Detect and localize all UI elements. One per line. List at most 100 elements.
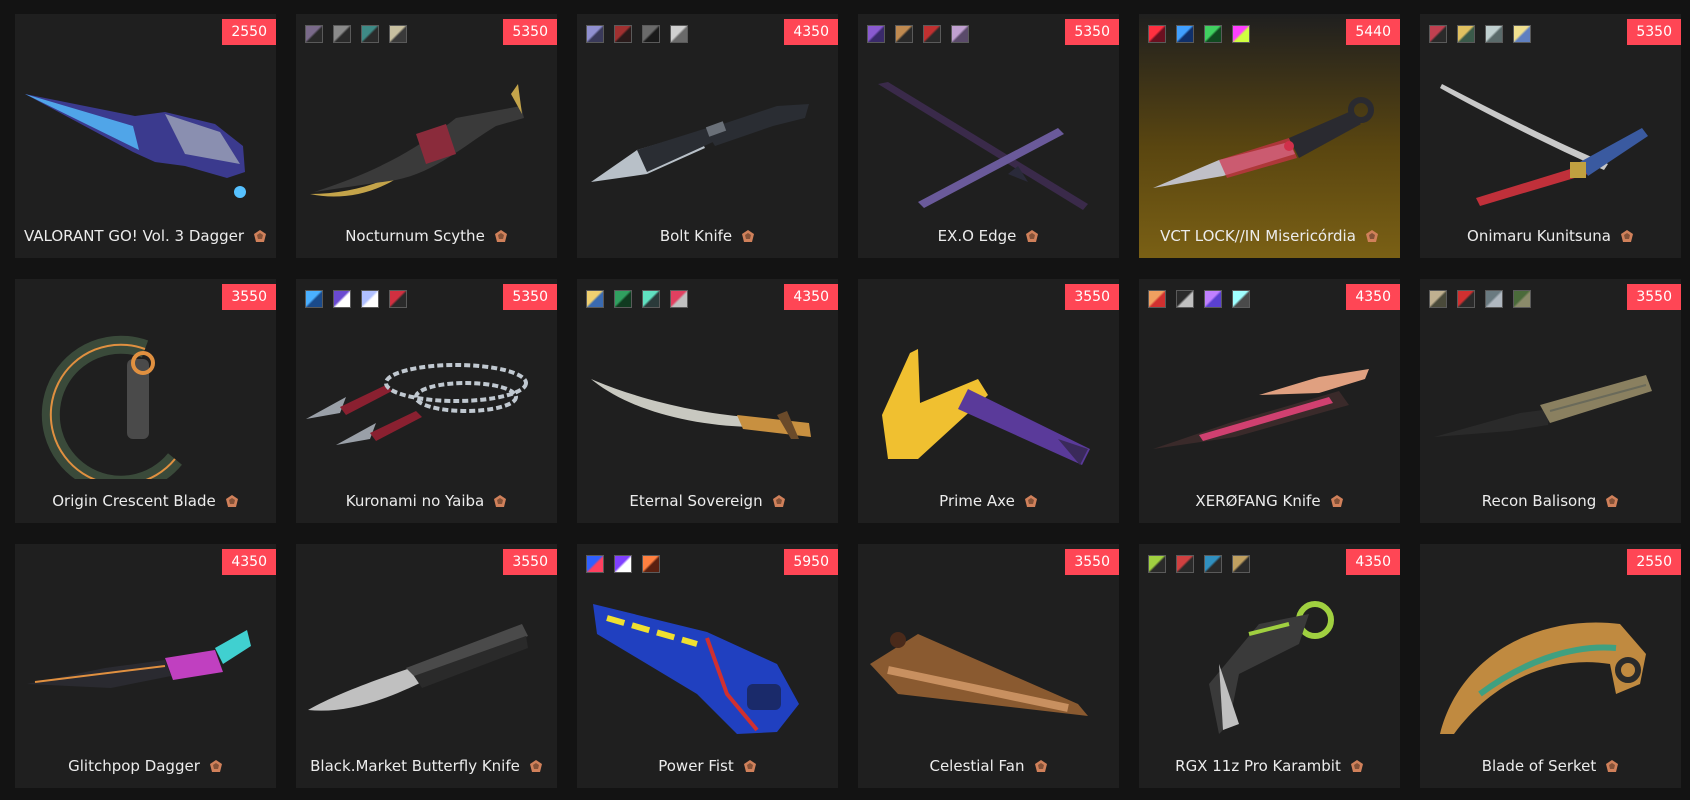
variant-swatch[interactable] — [1513, 25, 1531, 43]
weapon-image — [878, 82, 1088, 210]
variant-swatch[interactable] — [1232, 290, 1250, 308]
variant-swatch[interactable] — [305, 290, 323, 308]
variant-swatch[interactable] — [670, 290, 688, 308]
variant-swatch[interactable] — [361, 290, 379, 308]
skin-name-row: Black.Market Butterfly Knife — [296, 757, 557, 775]
skin-card[interactable]: 5350 Onimaru Kunitsuna — [1420, 14, 1681, 258]
variant-swatch[interactable] — [1176, 25, 1194, 43]
variant-swatch[interactable] — [614, 290, 632, 308]
variant-swatch[interactable] — [1176, 555, 1194, 573]
variant-swatch[interactable] — [895, 25, 913, 43]
weapon-image — [1153, 97, 1374, 188]
skin-card[interactable]: 2550 VALORANT GO! Vol. 3 Dagger — [15, 14, 276, 258]
tier-icon — [1330, 495, 1343, 507]
variant-swatch[interactable] — [333, 25, 351, 43]
variant-swatch[interactable] — [333, 290, 351, 308]
price-badge: 2550 — [1627, 549, 1681, 575]
variant-swatch[interactable] — [1148, 555, 1166, 573]
variant-swatches — [1148, 25, 1250, 43]
variant-swatch[interactable] — [1148, 290, 1166, 308]
skin-card[interactable]: 3550 Black.Market Butterfly Knife — [296, 544, 557, 788]
variant-swatch[interactable] — [1204, 25, 1222, 43]
variant-swatch[interactable] — [867, 25, 885, 43]
skin-card[interactable]: 5950 Power Fist — [577, 544, 838, 788]
weapon-image — [1440, 622, 1646, 734]
variant-swatch[interactable] — [670, 25, 688, 43]
skin-card[interactable]: 3550 Origin Crescent Blade — [15, 279, 276, 523]
variant-swatch[interactable] — [642, 25, 660, 43]
skin-card[interactable]: 4350 Bolt Knife — [577, 14, 838, 258]
weapon-image — [591, 379, 811, 439]
variant-swatch[interactable] — [1176, 290, 1194, 308]
skin-name-row: Origin Crescent Blade — [15, 492, 276, 510]
variant-swatch[interactable] — [1204, 290, 1222, 308]
variant-swatch[interactable] — [1204, 555, 1222, 573]
weapon-image — [870, 632, 1088, 716]
variant-swatches — [1429, 25, 1531, 43]
tier-icon — [1024, 495, 1037, 507]
skin-name-row: Onimaru Kunitsuna — [1420, 227, 1681, 245]
skin-name: Kuronami no Yaiba — [345, 492, 485, 510]
weapon-image — [25, 94, 246, 198]
tier-icon — [254, 230, 267, 242]
price-badge: 3550 — [503, 549, 557, 575]
variant-swatch[interactable] — [389, 25, 407, 43]
skin-card[interactable]: 4350 XERØFANG Knife — [1139, 279, 1400, 523]
variant-swatch[interactable] — [1429, 290, 1447, 308]
weapon-image — [591, 104, 809, 182]
variant-swatches — [586, 25, 688, 43]
variant-swatch[interactable] — [1457, 290, 1475, 308]
variant-swatch[interactable] — [1232, 25, 1250, 43]
variant-swatch[interactable] — [305, 25, 323, 43]
variant-swatch[interactable] — [389, 290, 407, 308]
skin-card[interactable]: 3550 Prime Axe — [858, 279, 1119, 523]
price-badge: 5350 — [503, 19, 557, 45]
skin-card[interactable]: 5350 Kuronami no Yaiba — [296, 279, 557, 523]
variant-swatch[interactable] — [1232, 555, 1250, 573]
variant-swatch[interactable] — [361, 25, 379, 43]
variant-swatch[interactable] — [951, 25, 969, 43]
skin-name: Recon Balisong — [1481, 492, 1597, 510]
skin-name-row: Bolt Knife — [577, 227, 838, 245]
price-badge: 4350 — [784, 284, 838, 310]
weapon-image — [1209, 601, 1334, 734]
skin-card[interactable]: 4350 Eternal Sovereign — [577, 279, 838, 523]
variant-swatch[interactable] — [1148, 25, 1166, 43]
skin-name: EX.O Edge — [937, 227, 1017, 245]
variant-swatch[interactable] — [1485, 25, 1503, 43]
variant-swatch[interactable] — [1485, 290, 1503, 308]
variant-swatch[interactable] — [1513, 290, 1531, 308]
skin-card[interactable]: 3550 Recon Balisong — [1420, 279, 1681, 523]
variant-swatches — [867, 25, 969, 43]
variant-swatch[interactable] — [1457, 25, 1475, 43]
skin-name: Bolt Knife — [659, 227, 733, 245]
skin-name: Glitchpop Dagger — [68, 757, 200, 775]
variant-swatch[interactable] — [614, 555, 632, 573]
variant-swatch[interactable] — [642, 555, 660, 573]
variant-swatch[interactable] — [642, 290, 660, 308]
variant-swatch[interactable] — [586, 290, 604, 308]
tier-icon — [529, 760, 542, 772]
skin-name-row: VALORANT GO! Vol. 3 Dagger — [15, 227, 276, 245]
price-badge: 4350 — [222, 549, 276, 575]
skin-name-row: XERØFANG Knife — [1139, 492, 1400, 510]
skin-card[interactable]: 5350 EX.O Edge — [858, 14, 1119, 258]
variant-swatch[interactable] — [614, 25, 632, 43]
tier-icon — [1350, 760, 1363, 772]
skin-card[interactable]: 5440 VCT LOCK//IN Misericórdia — [1139, 14, 1400, 258]
skin-card[interactable]: 4350 RGX 11z Pro Karambit — [1139, 544, 1400, 788]
skin-name: Celestial Fan — [929, 757, 1025, 775]
variant-swatch[interactable] — [586, 25, 604, 43]
skin-name: Eternal Sovereign — [629, 492, 763, 510]
skin-name: VALORANT GO! Vol. 3 Dagger — [23, 227, 245, 245]
skin-card[interactable]: 4350 Glitchpop Dagger — [15, 544, 276, 788]
price-badge: 5440 — [1346, 19, 1400, 45]
weapon-image — [1153, 369, 1369, 449]
skin-card[interactable]: 5350 Nocturnum Scythe — [296, 14, 557, 258]
variant-swatch[interactable] — [586, 555, 604, 573]
skin-card[interactable]: 3550 Celestial Fan — [858, 544, 1119, 788]
variant-swatch[interactable] — [1429, 25, 1447, 43]
skin-card[interactable]: 2550 Blade of Serket — [1420, 544, 1681, 788]
variant-swatch[interactable] — [923, 25, 941, 43]
price-badge: 4350 — [1346, 284, 1400, 310]
